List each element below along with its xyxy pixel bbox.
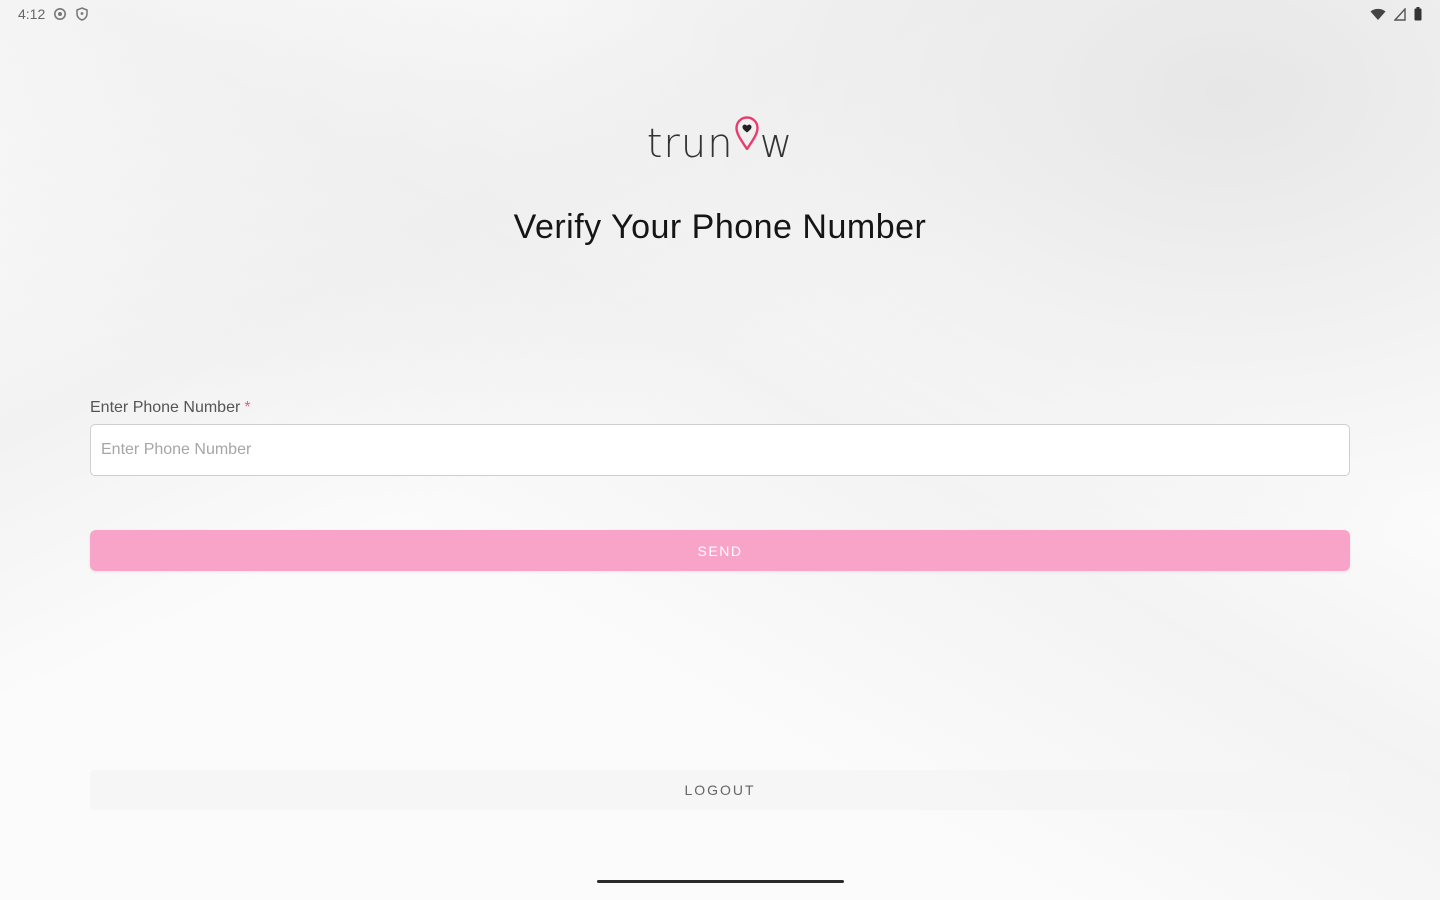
app-logo: trun w — [0, 116, 1440, 167]
status-bar-left: 4:12 — [18, 6, 89, 22]
gesture-navigation-handle[interactable] — [597, 880, 844, 883]
phone-number-label: Enter Phone Number * — [90, 399, 251, 417]
signal-icon — [1394, 7, 1406, 21]
status-bar-right — [1370, 7, 1422, 21]
wifi-icon — [1370, 8, 1386, 21]
battery-icon — [1414, 7, 1422, 21]
logo-text-end: w — [759, 121, 794, 167]
status-time: 4:12 — [18, 6, 46, 22]
location-pin-heart-icon — [734, 114, 759, 160]
page-title: Verify Your Phone Number — [513, 208, 927, 246]
status-bar: 4:12 — [0, 0, 1440, 28]
phone-number-label-text: Enter Phone Number — [90, 399, 241, 416]
logo-text-start: trun — [646, 121, 734, 167]
settings-gear-icon — [53, 7, 67, 21]
phone-number-input[interactable] — [90, 424, 1350, 476]
required-marker: * — [244, 399, 251, 416]
logout-button[interactable]: LOGOUT — [90, 770, 1350, 810]
send-button[interactable]: SEND — [90, 530, 1350, 571]
shield-icon — [75, 7, 89, 21]
